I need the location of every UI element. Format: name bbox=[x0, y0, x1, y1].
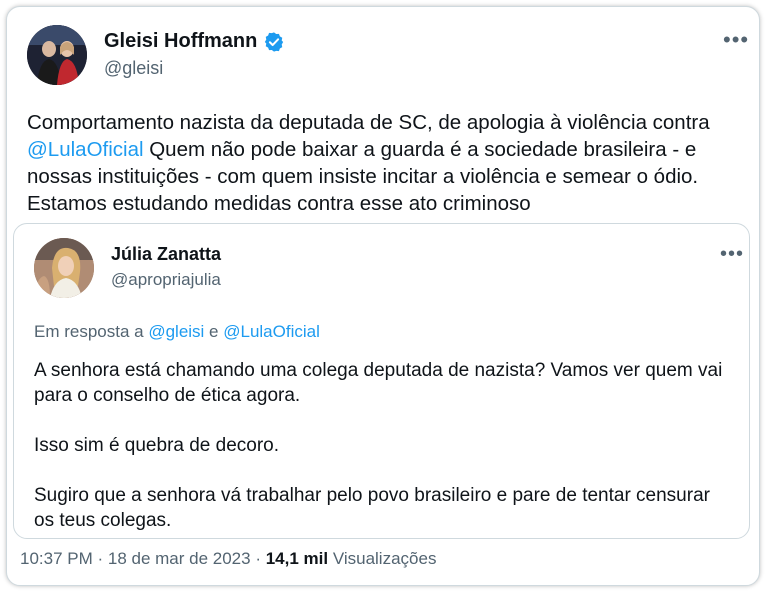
replying-to: Em resposta a @gleisi e @LulaOficial bbox=[34, 322, 320, 342]
tweet-footer: 10:37 PM · 18 de mar de 2023 · 14,1 mil … bbox=[20, 549, 436, 569]
tweet-time[interactable]: 10:37 PM bbox=[20, 549, 93, 568]
separator: · bbox=[92, 549, 108, 568]
more-options-icon[interactable]: ••• bbox=[720, 244, 744, 264]
quoted-paragraph: A senhora está chamando uma colega deput… bbox=[34, 360, 723, 406]
replying-prefix: Em resposta a bbox=[34, 322, 149, 341]
verified-badge-icon bbox=[263, 31, 285, 53]
tweet-date[interactable]: 18 de mar de 2023 bbox=[108, 549, 251, 568]
views-label: Visualizações bbox=[332, 549, 437, 568]
quoted-tweet-text: A senhora está chamando uma colega deput… bbox=[34, 358, 734, 558]
quoted-tweet[interactable]: Júlia Zanatta @apropriajulia ••• Em resp… bbox=[13, 223, 750, 539]
author-avatar[interactable] bbox=[27, 25, 87, 85]
tweet-text: Comportamento nazista da deputada de SC,… bbox=[27, 109, 755, 217]
quoted-author-avatar[interactable] bbox=[34, 238, 94, 298]
avatar-photo-icon bbox=[27, 25, 87, 85]
separator: · bbox=[250, 549, 266, 568]
views-count: 14,1 mil bbox=[265, 549, 329, 568]
quoted-paragraph: Isso sim é quebra de decoro. bbox=[34, 435, 280, 456]
mention-link[interactable]: @LulaOficial bbox=[27, 138, 144, 161]
mention-link[interactable]: @LulaOficial bbox=[223, 322, 320, 341]
author-name[interactable]: Gleisi Hoffmann bbox=[104, 30, 257, 53]
author-name-row[interactable]: Gleisi Hoffmann bbox=[104, 30, 285, 53]
avatar-photo-icon bbox=[34, 238, 94, 298]
quoted-author-handle[interactable]: @apropriajulia bbox=[111, 270, 221, 290]
tweet-text-part: Comportamento nazista da deputada de SC,… bbox=[27, 111, 710, 134]
tweet-card: Gleisi Hoffmann @gleisi ••• Comportament… bbox=[6, 6, 760, 586]
quoted-paragraph: Sugiro que a senhora vá trabalhar pelo p… bbox=[34, 485, 710, 531]
replying-joiner: e bbox=[204, 322, 224, 341]
author-handle[interactable]: @gleisi bbox=[104, 58, 163, 79]
mention-link[interactable]: @gleisi bbox=[148, 322, 204, 341]
more-options-icon[interactable]: ••• bbox=[723, 29, 749, 51]
quoted-author-name[interactable]: Júlia Zanatta bbox=[111, 244, 221, 265]
